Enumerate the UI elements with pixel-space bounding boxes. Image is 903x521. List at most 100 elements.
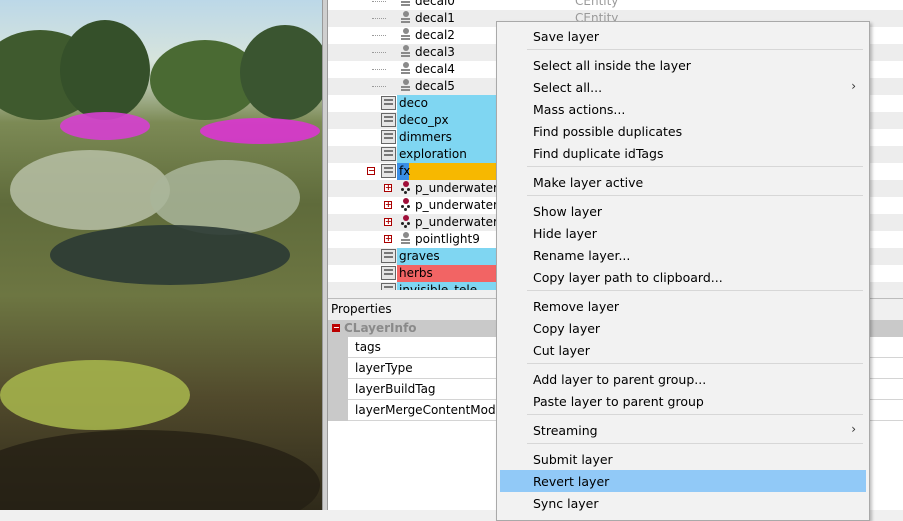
menu-item-label: Copy layer <box>533 321 601 336</box>
menu-item-find-possible-duplicates[interactable]: Find possible duplicates <box>500 120 866 142</box>
tree-item-label: decal3 <box>415 45 455 59</box>
layer-icon <box>381 164 396 178</box>
menu-item-streaming[interactable]: Streaming › <box>500 419 866 441</box>
menu-item-label: Cut layer <box>533 343 590 358</box>
entity-icon <box>400 11 411 25</box>
tree-row[interactable]: decal0 CEntity <box>328 0 903 10</box>
menu-item-label: Add layer to parent group... <box>533 372 707 387</box>
property-name: tags <box>355 340 381 354</box>
tree-item-label: p_underwater_ <box>415 215 504 229</box>
menu-item-hide-layer[interactable]: Hide layer <box>500 222 866 244</box>
menu-item-remove-layer[interactable]: Remove layer <box>500 295 866 317</box>
tree-item-label: dimmers <box>399 130 452 144</box>
tree-item-label: p_underwater_ <box>415 181 504 195</box>
tree-guide <box>372 52 386 53</box>
menu-item-add-layer-to-parent-group[interactable]: Add layer to parent group... <box>500 368 866 390</box>
menu-separator <box>527 414 863 415</box>
menu-item-label: Select all inside the layer <box>533 58 691 73</box>
tree-item-label: deco_px <box>399 113 449 127</box>
menu-item-find-duplicate-idtags[interactable]: Find duplicate idTags <box>500 142 866 164</box>
menu-item-sync-layer[interactable]: Sync layer <box>500 492 866 514</box>
menu-separator <box>527 49 863 50</box>
entity-icon <box>400 232 411 246</box>
hierarchy-icon <box>400 198 411 212</box>
grass-clump <box>10 150 170 230</box>
property-category-label: CLayerInfo <box>344 321 417 335</box>
property-gutter <box>328 337 348 358</box>
menu-item-make-layer-active[interactable]: Make layer active <box>500 171 866 193</box>
layer-icon <box>381 147 396 161</box>
layer-icon <box>381 249 396 263</box>
menu-item-mass-actions[interactable]: Mass actions... <box>500 98 866 120</box>
tree-item-label: decal4 <box>415 62 455 76</box>
entity-class: CEntity <box>575 0 619 8</box>
tree-item-label: decal1 <box>415 11 455 25</box>
collapse-icon[interactable]: − <box>332 324 340 332</box>
menu-item-label: Find duplicate idTags <box>533 146 664 161</box>
expand-icon[interactable]: + <box>384 184 392 192</box>
tree-item-label: exploration <box>399 147 467 161</box>
tree-guide <box>372 35 386 36</box>
layer-icon <box>381 283 396 290</box>
property-name: layerBuildTag <box>355 382 436 396</box>
menu-item-label: Select all... <box>533 80 603 95</box>
menu-separator <box>527 166 863 167</box>
menu-item-label: Show layer <box>533 204 603 219</box>
expand-icon[interactable]: + <box>384 201 392 209</box>
hierarchy-icon <box>400 181 411 195</box>
flower-patch <box>60 112 150 140</box>
ground-shadow <box>0 430 320 510</box>
tree-item-label: invisible_tele <box>399 283 478 290</box>
tree-guide <box>372 69 386 70</box>
menu-item-label: Streaming <box>533 423 598 438</box>
menu-item-label: Copy layer path to clipboard... <box>533 270 723 285</box>
layer-icon <box>381 130 396 144</box>
context-menu[interactable]: Save layer Select all inside the layer Sel… <box>496 21 870 521</box>
entity-icon <box>400 45 411 59</box>
tree-item-label: fx <box>399 164 411 178</box>
tree-item-label: pointlight9 <box>415 232 480 246</box>
tree-item-label: deco <box>399 96 428 110</box>
grass-clump <box>150 160 300 235</box>
menu-item-select-all[interactable]: Select all... › <box>500 76 866 98</box>
menu-item-save-layer[interactable]: Save layer <box>500 25 866 47</box>
tree-guide <box>372 1 386 2</box>
menu-item-rename-layer[interactable]: Rename layer... <box>500 244 866 266</box>
properties-title: Properties <box>331 302 392 316</box>
layer-icon <box>381 96 396 110</box>
entity-icon <box>400 62 411 76</box>
menu-item-copy-layer[interactable]: Copy layer <box>500 317 866 339</box>
menu-item-show-layer[interactable]: Show layer <box>500 200 866 222</box>
tree-item-label: herbs <box>399 266 433 280</box>
chevron-right-icon: › <box>851 79 856 93</box>
menu-item-select-all-inside-the-layer[interactable]: Select all inside the layer <box>500 54 866 76</box>
property-name: layerType <box>355 361 413 375</box>
tree-item-label: decal2 <box>415 28 455 42</box>
scene-viewport[interactable] <box>0 0 322 510</box>
tree-guide <box>372 86 386 87</box>
expand-icon[interactable]: + <box>384 235 392 243</box>
menu-item-paste-layer-to-parent-group[interactable]: Paste layer to parent group <box>500 390 866 412</box>
menu-item-cut-layer[interactable]: Cut layer <box>500 339 866 361</box>
menu-item-revert-layer[interactable]: Revert layer <box>500 470 866 492</box>
collapse-icon[interactable]: − <box>367 167 375 175</box>
layer-icon <box>381 113 396 127</box>
tree-foliage <box>60 20 150 120</box>
property-gutter <box>328 358 348 379</box>
entity-icon <box>400 0 411 8</box>
menu-item-label: Mass actions... <box>533 102 626 117</box>
tree-item-label: p_underwater_ <box>415 198 504 212</box>
dark-shrub <box>50 225 290 285</box>
tree-foliage <box>240 25 322 120</box>
menu-item-submit-layer[interactable]: Submit layer <box>500 448 866 470</box>
menu-item-label: Make layer active <box>533 175 644 190</box>
menu-item-label: Revert layer <box>533 474 610 489</box>
menu-item-copy-layer-path-to-clipboard[interactable]: Copy layer path to clipboard... <box>500 266 866 288</box>
menu-item-label: Sync layer <box>533 496 599 511</box>
tree-item-label: decal0 <box>415 0 455 8</box>
menu-item-label: Submit layer <box>533 452 613 467</box>
expand-icon[interactable]: + <box>384 218 392 226</box>
property-gutter <box>328 379 348 400</box>
hierarchy-icon <box>400 215 411 229</box>
menu-item-label: Rename layer... <box>533 248 631 263</box>
